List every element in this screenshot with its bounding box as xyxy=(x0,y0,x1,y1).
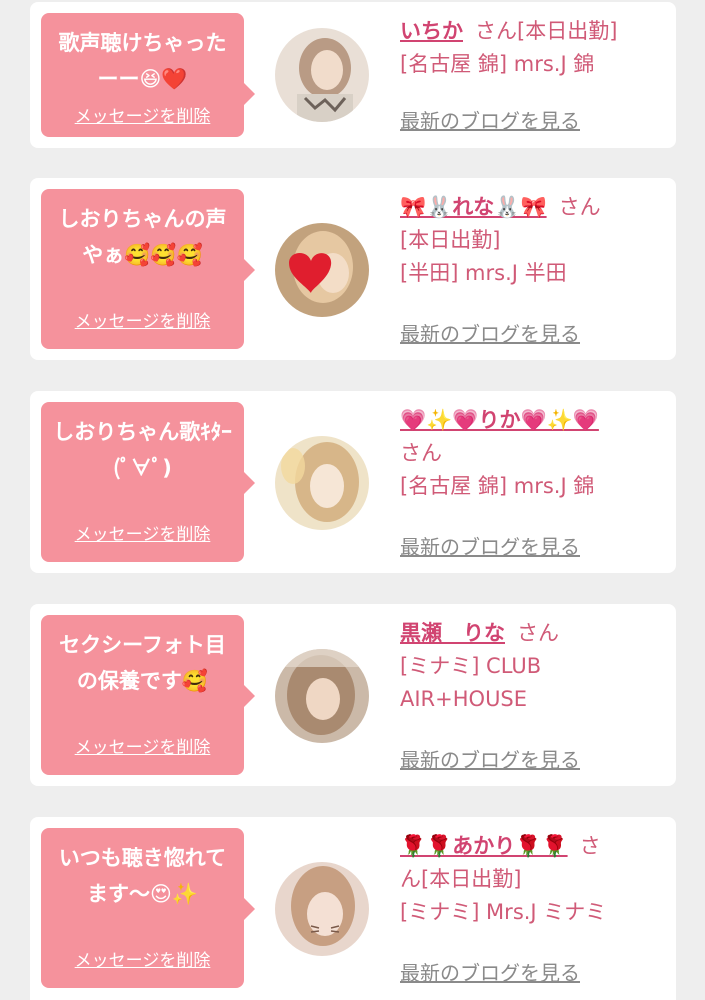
cast-name-link[interactable]: 🌹🌹あかり🌹🌹 xyxy=(400,834,568,858)
cast-info: いちか さん[本日出勤] [名古屋 錦] mrs.J 錦 xyxy=(400,15,670,81)
avatar[interactable] xyxy=(275,649,369,743)
delete-message-link[interactable]: メッセージを削除 xyxy=(41,733,244,758)
work-status: [本日出勤] xyxy=(517,19,618,43)
latest-blog-link[interactable]: 最新のブログを見る xyxy=(400,105,580,134)
cast-info: 💗✨💗りか💗✨💗 さん [名古屋 錦] mrs.J 錦 xyxy=(400,404,670,503)
honorific: さん xyxy=(400,441,442,465)
cast-info: 黒瀬 りな さん [ミナミ] CLUB AIR+HOUSE xyxy=(400,617,670,716)
message-bubble: セクシーフォト目の保養です🥰 メッセージを削除 xyxy=(41,615,255,775)
message-text: セクシーフォト目の保養です🥰 xyxy=(59,633,226,693)
message-card: しおりちゃんの声やぁ🥰🥰🥰 メッセージを削除 🎀🐰れな🐰🎀 さん [本日出勤] [… xyxy=(30,178,676,360)
delete-message-link[interactable]: メッセージを削除 xyxy=(41,946,244,971)
shop-name: [名古屋 錦] mrs.J 錦 xyxy=(400,52,595,76)
message-card: 歌声聴けちゃったーー😆❤️ メッセージを削除 いちか さん[本日出勤] [名古屋 … xyxy=(30,2,676,148)
delete-message-link[interactable]: メッセージを削除 xyxy=(41,520,244,545)
honorific: さ xyxy=(579,834,601,858)
delete-message-link[interactable]: メッセージを削除 xyxy=(41,307,244,332)
cast-info: 🎀🐰れな🐰🎀 さん [本日出勤] [半田] mrs.J 半田 xyxy=(400,191,670,290)
avatar[interactable] xyxy=(275,28,369,122)
shop-name: [名古屋 錦] mrs.J 錦 xyxy=(400,474,595,498)
shop-name-cont: AIR+HOUSE xyxy=(400,687,528,711)
avatar[interactable] xyxy=(275,436,369,530)
latest-blog-link[interactable]: 最新のブログを見る xyxy=(400,531,580,560)
message-card: いつも聴き惚れてます〜😍✨ メッセージを削除 🌹🌹あかり🌹🌹 さ ん[本日出勤] … xyxy=(30,817,676,1000)
honorific: さん xyxy=(475,19,517,43)
shop-name: [ミナミ] Mrs.J ミナミ xyxy=(400,900,607,924)
work-status: [本日出勤] xyxy=(400,228,501,252)
cast-info: 🌹🌹あかり🌹🌹 さ ん[本日出勤] [ミナミ] Mrs.J ミナミ xyxy=(400,830,670,929)
message-bubble: しおりちゃん歌ｷﾀｰ(ﾟ∀ﾟ) メッセージを削除 xyxy=(41,402,255,562)
latest-blog-link[interactable]: 最新のブログを見る xyxy=(400,744,580,773)
cast-name-link[interactable]: 🎀🐰れな🐰🎀 xyxy=(400,195,547,219)
message-bubble: 歌声聴けちゃったーー😆❤️ メッセージを削除 xyxy=(41,13,255,137)
cast-name-link[interactable]: 黒瀬 りな xyxy=(400,621,505,645)
delete-message-link[interactable]: メッセージを削除 xyxy=(41,102,244,127)
honorific: さん xyxy=(517,621,559,645)
message-card: しおりちゃん歌ｷﾀｰ(ﾟ∀ﾟ) メッセージを削除 💗✨💗りか💗✨💗 さん [名古… xyxy=(30,391,676,573)
message-text: しおりちゃんの声やぁ🥰🥰🥰 xyxy=(58,207,227,267)
cast-name-link[interactable]: 💗✨💗りか💗✨💗 xyxy=(400,408,599,432)
message-card: セクシーフォト目の保養です🥰 メッセージを削除 黒瀬 りな さん [ミナミ] CL… xyxy=(30,604,676,786)
shop-name: [半田] mrs.J 半田 xyxy=(400,261,567,285)
honorific: さん xyxy=(558,195,601,219)
latest-blog-link[interactable]: 最新のブログを見る xyxy=(400,957,580,986)
avatar[interactable] xyxy=(275,862,369,956)
message-bubble: いつも聴き惚れてます〜😍✨ メッセージを削除 xyxy=(41,828,255,988)
latest-blog-link[interactable]: 最新のブログを見る xyxy=(400,318,580,347)
work-status: [本日出勤] xyxy=(421,867,522,891)
message-text: しおりちゃん歌ｷﾀｰ(ﾟ∀ﾟ) xyxy=(53,420,232,480)
message-bubble: しおりちゃんの声やぁ🥰🥰🥰 メッセージを削除 xyxy=(41,189,255,349)
shop-name: [ミナミ] CLUB xyxy=(400,654,542,678)
cast-name-link[interactable]: いちか xyxy=(400,19,463,43)
honorific-cont: ん xyxy=(400,867,421,891)
message-text: 歌声聴けちゃったーー😆❤️ xyxy=(58,31,227,91)
message-text: いつも聴き惚れてます〜😍✨ xyxy=(58,846,227,906)
avatar[interactable] xyxy=(275,223,369,317)
